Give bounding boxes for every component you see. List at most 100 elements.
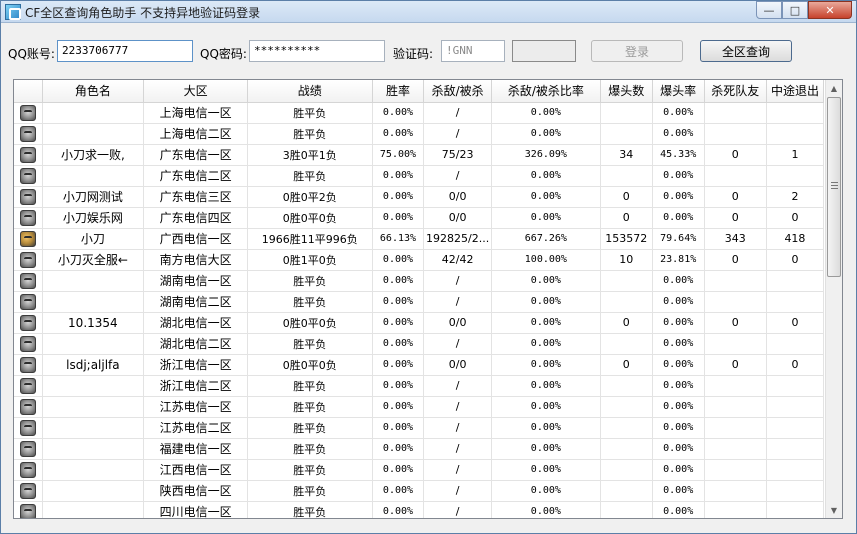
- cell-name: [42, 291, 145, 313]
- table-row[interactable]: 小刀灭全服← 南方电信大区 0胜1平0负 0.00% 42/42 100.00% 10 23.…: [14, 249, 825, 271]
- cell-record: 0胜0平0负: [247, 207, 373, 229]
- cell-headshot-rate: 45.33%: [652, 144, 705, 166]
- table-row[interactable]: 江苏电信二区 胜平负 0.00%/0.00% 0.00%: [14, 417, 825, 439]
- captcha-image[interactable]: [512, 40, 576, 62]
- cell-quits: [766, 396, 825, 418]
- scroll-down-arrow-icon[interactable]: ▼: [826, 502, 842, 518]
- cell-win-rate: 0.00%: [372, 270, 425, 292]
- table-row[interactable]: 浙江电信二区 胜平负 0.00%/0.00% 0.00%: [14, 375, 825, 397]
- cell-name: 小刀: [42, 228, 145, 250]
- cell-kd-ratio: 0.00%: [491, 165, 601, 187]
- table-row[interactable]: 小刀 广西电信一区 1966胜11平996负 66.13% 192825/2... 667…: [14, 228, 825, 250]
- column-header-team-kills[interactable]: 杀死队友: [704, 80, 767, 103]
- cell-team-kills: [704, 396, 767, 418]
- cell-win-rate: 0.00%: [372, 186, 425, 208]
- cell-headshot-rate: 0.00%: [652, 270, 705, 292]
- table-row[interactable]: 小刀娱乐网 广东电信四区 0胜0平0负 0.00% 0/0 0.00% 0 0.00% 0 0: [14, 207, 825, 229]
- avatar-cell: [14, 375, 43, 397]
- cell-team-kills: [704, 333, 767, 355]
- cell-kills-deaths: 42/42: [423, 249, 492, 271]
- qq-password-input[interactable]: **********: [249, 40, 385, 62]
- cell-win-rate: 0.00%: [372, 165, 425, 187]
- column-header-kills-deaths[interactable]: 杀敌/被杀: [423, 80, 492, 103]
- cell-team-kills: [704, 501, 767, 518]
- cell-quits: [766, 333, 825, 355]
- table-row[interactable]: 小刀网测试 广东电信三区 0胜0平2负 0.00% 0/0 0.00% 0 0.00% 0 2: [14, 186, 825, 208]
- column-header-record[interactable]: 战绩: [247, 80, 373, 103]
- qq-account-input[interactable]: 2233706777: [57, 40, 193, 62]
- column-header-region[interactable]: 大区: [143, 80, 248, 103]
- table-row[interactable]: lsdj;aljlfa 浙江电信一区 0胜0平0负 0.00% 0/0 0.00% 0 0.0…: [14, 354, 825, 376]
- title-bar[interactable]: CF全区查询角色助手 不支持异地验证码登录 — □ ✕: [1, 1, 856, 23]
- table-row[interactable]: 江西电信一区 胜平负 0.00%/0.00% 0.00%: [14, 459, 825, 481]
- scroll-up-arrow-icon[interactable]: ▲: [826, 80, 842, 96]
- cell-name: [42, 123, 145, 145]
- table-row[interactable]: 10.1354 湖北电信一区 0胜0平0负 0.00% 0/0 0.00% 0 0.00% 0 0: [14, 312, 825, 334]
- cell-record: 3胜0平1负: [247, 144, 373, 166]
- cell-kd-ratio: 0.00%: [491, 501, 601, 518]
- table-body: 上海电信一区 胜平负 0.00%/0.00% 0.00% 上海电信二区 胜平负 0.00% /…: [14, 102, 825, 518]
- table-row[interactable]: 湖北电信二区 胜平负 0.00%/0.00% 0.00%: [14, 333, 825, 355]
- cell-win-rate: 0.00%: [372, 123, 425, 145]
- avatar-icon: [19, 503, 36, 518]
- column-header-win-rate[interactable]: 胜率: [372, 80, 425, 103]
- close-button[interactable]: ✕: [808, 1, 852, 19]
- login-button[interactable]: 登录: [591, 40, 683, 62]
- cell-quits: 418: [766, 228, 825, 250]
- cell-kills-deaths: 0/0: [423, 312, 492, 334]
- cell-team-kills: [704, 123, 767, 145]
- cell-kills-deaths: /: [423, 459, 492, 481]
- table-row[interactable]: 陕西电信一区 胜平负 0.00%/0.00% 0.00%: [14, 480, 825, 502]
- cell-win-rate: 0.00%: [372, 375, 425, 397]
- avatar-icon: [19, 230, 36, 247]
- table-row[interactable]: 广东电信二区 胜平负 0.00%/0.00% 0.00%: [14, 165, 825, 187]
- maximize-button[interactable]: □: [782, 1, 808, 19]
- cell-team-kills: 343: [704, 228, 767, 250]
- column-header-headshots[interactable]: 爆头数: [600, 80, 653, 103]
- cell-name: 小刀网测试: [42, 186, 145, 208]
- cell-record: 胜平负: [247, 123, 373, 145]
- avatar-cell: [14, 270, 43, 292]
- scrollbar-thumb[interactable]: [827, 97, 841, 277]
- cell-record: 胜平负: [247, 459, 373, 481]
- avatar-icon: [19, 356, 36, 373]
- table-row[interactable]: 湖南电信一区 胜平负 0.00%/0.00% 0.00%: [14, 270, 825, 292]
- column-header-name[interactable]: 角色名: [42, 80, 145, 103]
- table-row[interactable]: 四川电信一区 胜平负 0.00%/0.00% 0.00%: [14, 501, 825, 518]
- cell-headshots: [600, 165, 653, 187]
- cell-headshot-rate: 0.00%: [652, 312, 705, 334]
- table-row[interactable]: 小刀求一败, 广东电信一区 3胜0平1负 75.00% 75/23 326.09% 34 45…: [14, 144, 825, 166]
- results-grid[interactable]: 角色名 大区 战绩 胜率 杀敌/被杀 杀敌/被杀比率 爆头数 爆头率 杀死队友 …: [13, 79, 843, 519]
- cell-region: 广东电信三区: [143, 186, 248, 208]
- cell-name: [42, 165, 145, 187]
- minimize-button[interactable]: —: [756, 1, 782, 19]
- column-header-icon[interactable]: [14, 80, 43, 103]
- cell-name: [42, 459, 145, 481]
- table-row[interactable]: 江苏电信一区 胜平负 0.00%/0.00% 0.00%: [14, 396, 825, 418]
- cell-headshot-rate: 79.64%: [652, 228, 705, 250]
- cell-region: 湖北电信二区: [143, 333, 248, 355]
- column-header-quits[interactable]: 中途退出: [766, 80, 825, 103]
- captcha-input[interactable]: !GNN: [441, 40, 505, 62]
- cell-region: 上海电信二区: [143, 123, 248, 145]
- cell-team-kills: [704, 165, 767, 187]
- cell-team-kills: [704, 438, 767, 460]
- table-row[interactable]: 上海电信二区 胜平负 0.00%/0.00% 0.00%: [14, 123, 825, 145]
- table-row[interactable]: 福建电信一区 胜平负 0.00%/0.00% 0.00%: [14, 438, 825, 460]
- avatar-icon: [19, 419, 36, 436]
- column-header-headshot-rate[interactable]: 爆头率: [652, 80, 705, 103]
- cell-region: 江苏电信一区: [143, 396, 248, 418]
- table-row[interactable]: 上海电信一区 胜平负 0.00%/0.00% 0.00%: [14, 102, 825, 124]
- cell-region: 广西电信一区: [143, 228, 248, 250]
- cell-team-kills: 0: [704, 186, 767, 208]
- vertical-scrollbar[interactable]: ▲ ▼: [825, 80, 842, 518]
- cell-headshots: [600, 291, 653, 313]
- table-row[interactable]: 湖南电信二区 胜平负 0.00%/0.00% 0.00%: [14, 291, 825, 313]
- cell-headshot-rate: 0.00%: [652, 417, 705, 439]
- query-all-button[interactable]: 全区查询: [700, 40, 792, 62]
- cell-team-kills: 0: [704, 249, 767, 271]
- cell-kd-ratio: 667.26%: [491, 228, 601, 250]
- cell-record: 胜平负: [247, 375, 373, 397]
- cell-kd-ratio: 0.00%: [491, 333, 601, 355]
- column-header-kd-ratio[interactable]: 杀敌/被杀比率: [491, 80, 601, 103]
